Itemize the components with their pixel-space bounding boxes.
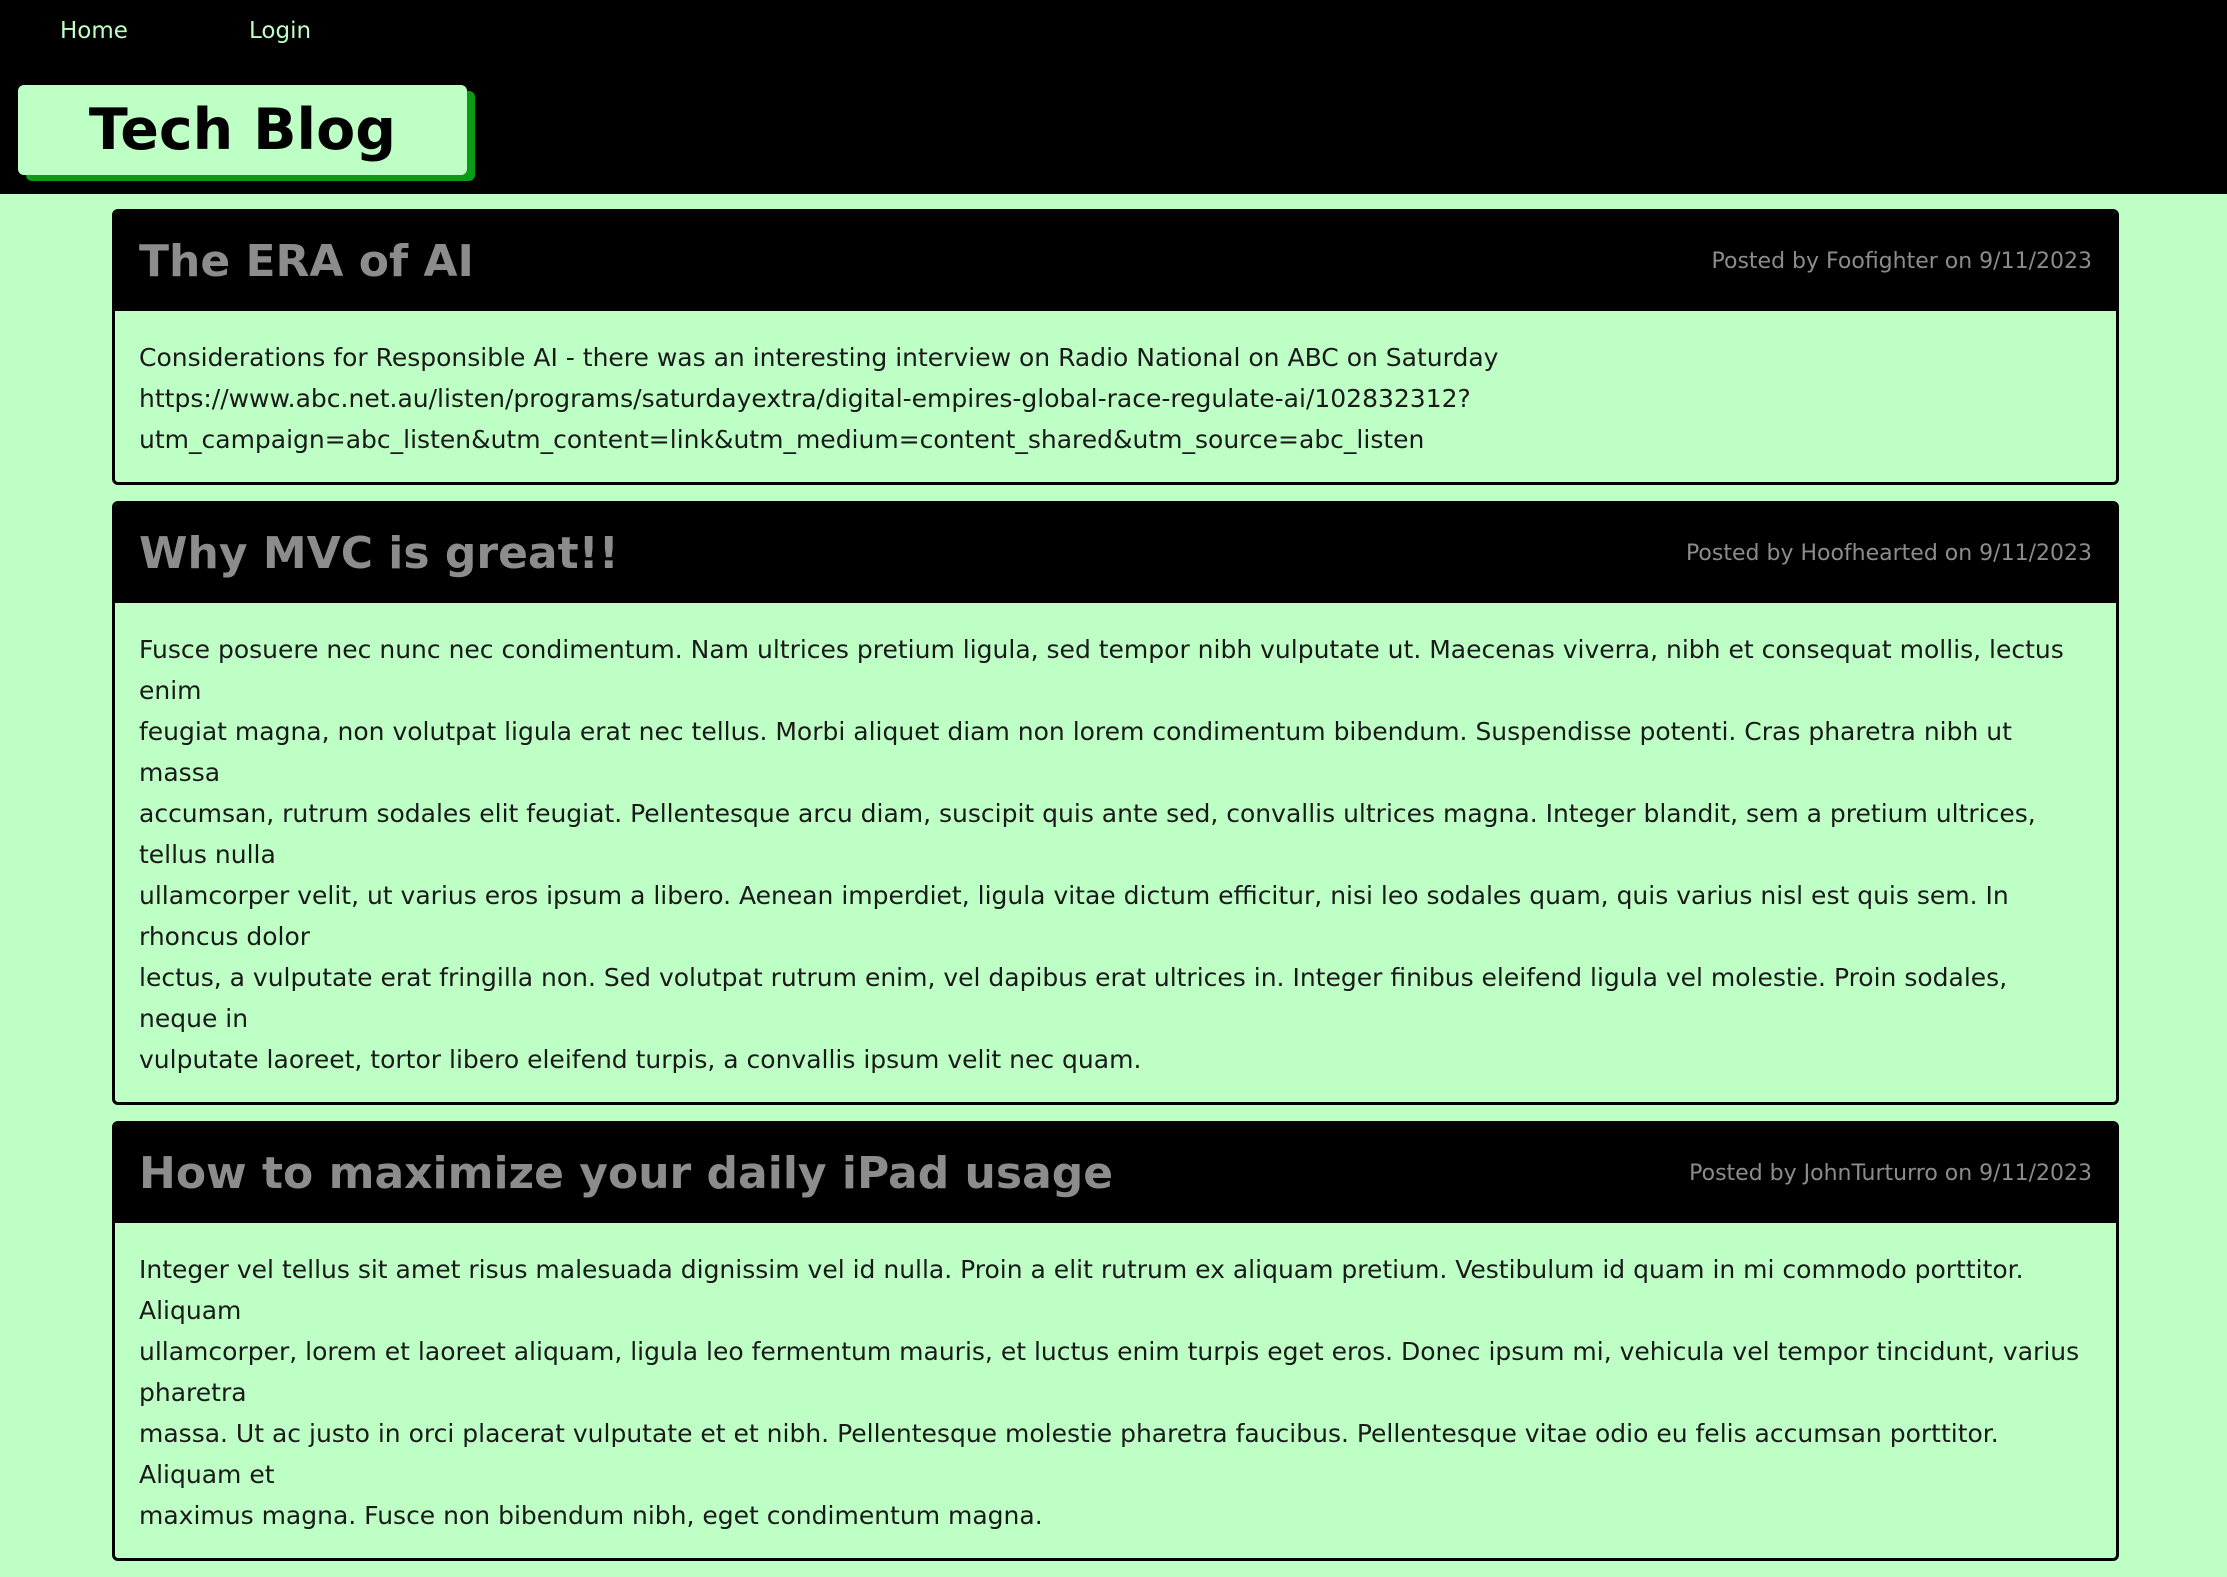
post-card: How to maximize your daily iPad usage Po… xyxy=(112,1121,2119,1561)
post-body-line: accumsan, rutrum sodales elit feugiat. P… xyxy=(139,799,2036,869)
site-header: Home Login Tech Blog xyxy=(0,0,2227,194)
post-header: The ERA of AI Posted by Foofighter on 9/… xyxy=(115,212,2116,311)
post-header: Why MVC is great!! Posted by Hoofhearted… xyxy=(115,504,2116,603)
post-title[interactable]: How to maximize your daily iPad usage xyxy=(139,1148,1113,1199)
post-body-line: https://www.abc.net.au/listen/programs/s… xyxy=(139,384,1471,413)
post-body-line: feugiat magna, non volutpat ligula erat … xyxy=(139,717,2012,787)
post-body: Considerations for Responsible AI - ther… xyxy=(115,311,2116,482)
post-list: The ERA of AI Posted by Foofighter on 9/… xyxy=(112,209,2119,1577)
nav-home-link[interactable]: Home xyxy=(60,18,128,44)
post-title[interactable]: Why MVC is great!! xyxy=(139,528,619,579)
post-body-line: Considerations for Responsible AI - ther… xyxy=(139,343,1499,372)
post-body: Integer vel tellus sit amet risus malesu… xyxy=(115,1223,2116,1558)
post-body-line: maximus magna. Fusce non bibendum nibh, … xyxy=(139,1501,1043,1530)
post-body-line: ullamcorper, lorem et laoreet aliquam, l… xyxy=(139,1337,2080,1407)
post-body-line: massa. Ut ac justo in orci placerat vulp… xyxy=(139,1419,1999,1489)
post-meta: Posted by JohnTurturro on 9/11/2023 xyxy=(1689,1161,2092,1186)
post-body-line: vulputate laoreet, tortor libero eleifen… xyxy=(139,1045,1142,1074)
post-card: Why MVC is great!! Posted by Hoofhearted… xyxy=(112,501,2119,1105)
brand-card: Tech Blog xyxy=(18,85,467,175)
post-body: Fusce posuere nec nunc nec condimentum. … xyxy=(115,603,2116,1102)
site-title: Tech Blog xyxy=(88,97,397,163)
post-body-line: utm_campaign=abc_listen&utm_content=link… xyxy=(139,425,1425,454)
post-card: The ERA of AI Posted by Foofighter on 9/… xyxy=(112,209,2119,485)
nav-login-link[interactable]: Login xyxy=(249,18,311,44)
post-body-line: Fusce posuere nec nunc nec condimentum. … xyxy=(139,635,2064,705)
post-meta: Posted by Hoofhearted on 9/11/2023 xyxy=(1685,541,2092,566)
post-header: How to maximize your daily iPad usage Po… xyxy=(115,1124,2116,1223)
post-body-line: ullamcorper velit, ut varius eros ipsum … xyxy=(139,881,2009,951)
post-meta: Posted by Foofighter on 9/11/2023 xyxy=(1711,249,2092,274)
post-body-line: Integer vel tellus sit amet risus malesu… xyxy=(139,1255,2024,1325)
post-body-line: lectus, a vulputate erat fringilla non. … xyxy=(139,963,2008,1033)
post-title[interactable]: The ERA of AI xyxy=(139,236,474,287)
